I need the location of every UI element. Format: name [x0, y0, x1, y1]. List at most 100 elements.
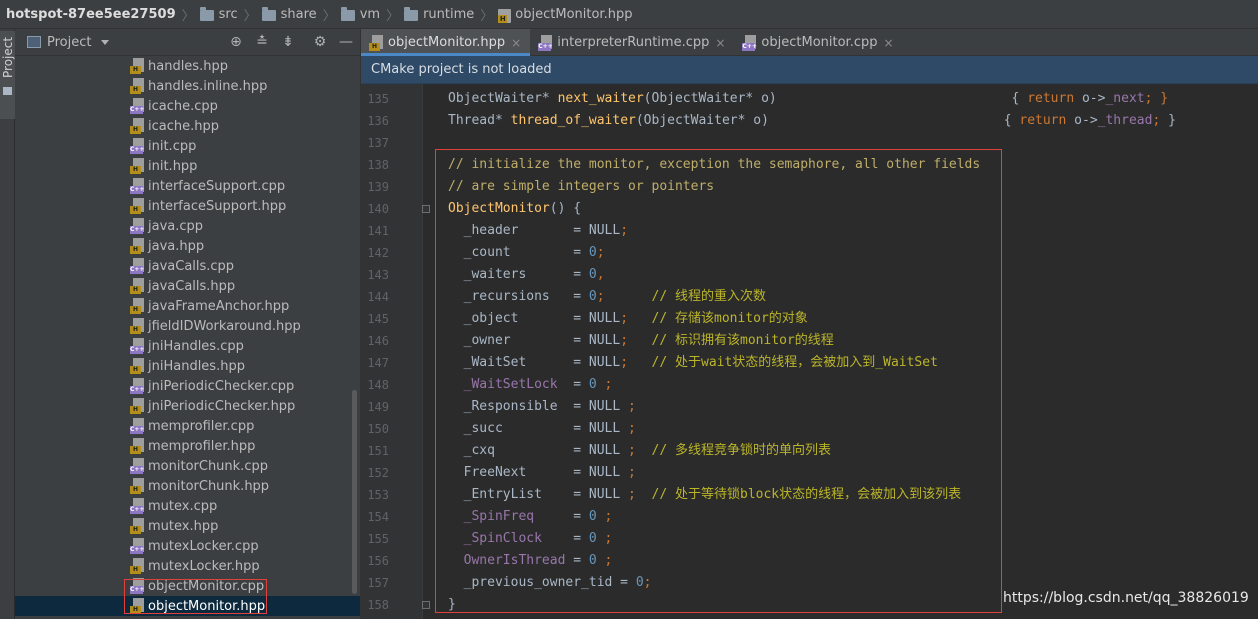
code-editor[interactable]: 135 136 137 138 139 140 141 142 143 144 145 146 147 1…: [361, 84, 1258, 619]
tree-item[interactable]: Hicache.hpp: [15, 116, 360, 136]
tree-item[interactable]: HinterfaceSupport.hpp: [15, 196, 360, 216]
code-line[interactable]: _Responsible = NULL ;: [448, 396, 636, 418]
close-icon[interactable]: ×: [884, 36, 894, 50]
tree-item[interactable]: C++ jniPeriodicChecker.cpp: [15, 376, 360, 396]
code-token: 0: [588, 531, 597, 546]
editor-tab[interactable]: C++ interpreterRuntime.cpp ×: [530, 29, 734, 56]
code-line[interactable]: _header = NULL;: [448, 220, 628, 242]
breadcrumb-item-src[interactable]: src: [219, 7, 238, 22]
tree-item[interactable]: Hhandles.hpp: [15, 56, 360, 76]
tree-item[interactable]: Hmemprofiler.hpp: [15, 436, 360, 456]
tree-item[interactable]: HjavaCalls.hpp: [15, 276, 360, 296]
tree-item[interactable]: C++ javaCalls.cpp: [15, 256, 360, 276]
code-line[interactable]: _owner = NULL; // 标识拥有该monitor的线程: [448, 330, 834, 352]
fold-marker-icon[interactable]: [422, 601, 430, 609]
folder-icon: [404, 6, 419, 21]
code-line[interactable]: _WaitSetLock = 0 ;: [448, 374, 613, 396]
tree-item[interactable]: Hjava.hpp: [15, 236, 360, 256]
editor-tab[interactable]: C++ objectMonitor.cpp ×: [734, 29, 902, 56]
header-file-icon: H: [130, 318, 145, 334]
code-line[interactable]: _succ = NULL ;: [448, 418, 636, 440]
tree-item[interactable]: Hmutex.hpp: [15, 516, 360, 536]
code-line[interactable]: _count = 0;: [448, 242, 605, 264]
tree-item[interactable]: HjniHandles.hpp: [15, 356, 360, 376]
editor-tab[interactable]: HobjectMonitor.hpp ×: [361, 29, 531, 56]
code-line[interactable]: }: [448, 594, 456, 616]
code-line[interactable]: _WaitSet = NULL; // 处于wait状态的线程，会被加入到_Wa…: [448, 352, 938, 374]
tree-scrollbar[interactable]: [352, 390, 357, 594]
tree-item[interactable]: C++ java.cpp: [15, 216, 360, 236]
code-line[interactable]: _previous_owner_tid = 0;: [448, 572, 652, 594]
tree-item[interactable]: C++ init.cpp: [15, 136, 360, 156]
cpp-file-icon: C++: [130, 218, 145, 234]
breadcrumb-item-runtime[interactable]: runtime: [423, 7, 474, 22]
tree-item[interactable]: C++ mutex.cpp: [15, 496, 360, 516]
tree-item[interactable]: C++ monitorChunk.cpp: [15, 456, 360, 476]
editor-tab-bar: HobjectMonitor.hpp × C++ interpreterRuntime…: [361, 29, 1258, 56]
tree-item[interactable]: C++ jniHandles.cpp: [15, 336, 360, 356]
code-line[interactable]: _cxq = NULL ; // 多线程竞争锁时的单向列表: [448, 440, 831, 462]
code-token: NULL: [588, 355, 621, 370]
code-line[interactable]: _EntryList = NULL ; // 处于等待锁block状态的线程，会…: [448, 484, 962, 506]
tree-item[interactable]: C++ objectMonitor.cpp: [15, 576, 360, 596]
project-panel-title[interactable]: Project: [47, 35, 91, 50]
code-token: // 处于等待锁block状态的线程，会被加入到该列表: [651, 487, 962, 502]
code-line[interactable]: ObjectMonitor() {: [448, 198, 581, 220]
tree-item[interactable]: HmonitorChunk.hpp: [15, 476, 360, 496]
code-token: NULL: [588, 311, 621, 326]
expand-all-icon[interactable]: ≛: [254, 34, 270, 50]
line-number: 157: [367, 576, 389, 590]
code-line[interactable]: _object = NULL; // 存储该monitor的对象: [448, 308, 808, 330]
locate-file-icon[interactable]: ⊕: [228, 34, 244, 50]
tree-item[interactable]: Hhandles.inline.hpp: [15, 76, 360, 96]
folder-icon: [261, 6, 276, 21]
code-line[interactable]: OwnerIsThread = 0 ;: [448, 550, 613, 572]
close-icon[interactable]: ×: [511, 36, 521, 50]
code-token: ;: [596, 553, 613, 568]
breadcrumb-item-vm[interactable]: vm: [360, 7, 380, 22]
code-line[interactable]: FreeNext = NULL ;: [448, 462, 636, 484]
tree-item[interactable]: C++ mutexLocker.cpp: [15, 536, 360, 556]
tree-item[interactable]: HobjectMonitor.hpp: [15, 596, 360, 616]
tree-item[interactable]: HmutexLocker.hpp: [15, 556, 360, 576]
code-line[interactable]: _SpinClock = 0 ;: [448, 528, 613, 550]
fold-marker-icon[interactable]: [422, 205, 430, 213]
project-tool-tab[interactable]: Project: [0, 31, 15, 119]
line-number: 148: [367, 378, 389, 392]
close-icon[interactable]: ×: [715, 36, 725, 50]
code-line[interactable]: // initialize the monitor, exception the…: [448, 154, 980, 176]
tree-item[interactable]: Hinit.hpp: [15, 156, 360, 176]
tree-item-label: handles.inline.hpp: [148, 78, 268, 94]
breadcrumb-file[interactable]: objectMonitor.hpp: [515, 7, 632, 22]
breadcrumb-item-share[interactable]: share: [281, 7, 317, 22]
tree-item-label: interfaceSupport.cpp: [148, 178, 286, 194]
code-line[interactable]: // are simple integers or pointers: [448, 176, 714, 198]
gear-icon[interactable]: ⚙: [312, 34, 328, 50]
tree-item[interactable]: C++ memprofiler.cpp: [15, 416, 360, 436]
code-line[interactable]: _waiters = 0,: [448, 264, 605, 286]
hide-panel-icon[interactable]: —: [338, 34, 354, 50]
line-number-gutter[interactable]: 135 136 137 138 139 140 141 142 143 144 145 146 147 1…: [361, 84, 423, 619]
line-number: 152: [367, 466, 389, 480]
code-line[interactable]: ObjectWaiter* next_waiter(ObjectWaiter* …: [448, 88, 1168, 110]
code-token: ;: [596, 289, 652, 304]
tree-item-label: jniPeriodicChecker.hpp: [148, 398, 296, 414]
tree-item[interactable]: HjniPeriodicChecker.hpp: [15, 396, 360, 416]
cpp-file-icon: C++: [130, 178, 145, 194]
folder-icon: [199, 6, 214, 21]
code-line[interactable]: _SpinFreq = 0 ;: [448, 506, 613, 528]
tree-item[interactable]: HjavaFrameAnchor.hpp: [15, 296, 360, 316]
breadcrumb-root[interactable]: hotspot-87ee5ee27509: [6, 7, 176, 22]
header-file-icon: H: [130, 438, 145, 454]
code-token: }: [448, 597, 456, 612]
tree-item[interactable]: C++ interfaceSupport.cpp: [15, 176, 360, 196]
tree-item[interactable]: C++ icache.cpp: [15, 96, 360, 116]
code-line[interactable]: _recursions = 0; // 线程的重入次数: [448, 286, 766, 308]
tree-item-label: icache.cpp: [148, 98, 218, 114]
code-line[interactable]: Thread* thread_of_waiter(ObjectWaiter* o…: [448, 110, 1176, 132]
header-file-icon: [498, 9, 512, 23]
code-token: _thread: [1097, 113, 1153, 128]
collapse-all-icon[interactable]: ⇟: [280, 34, 296, 50]
chevron-down-icon[interactable]: [101, 39, 110, 45]
tree-item[interactable]: HjfieldIDWorkaround.hpp: [15, 316, 360, 336]
